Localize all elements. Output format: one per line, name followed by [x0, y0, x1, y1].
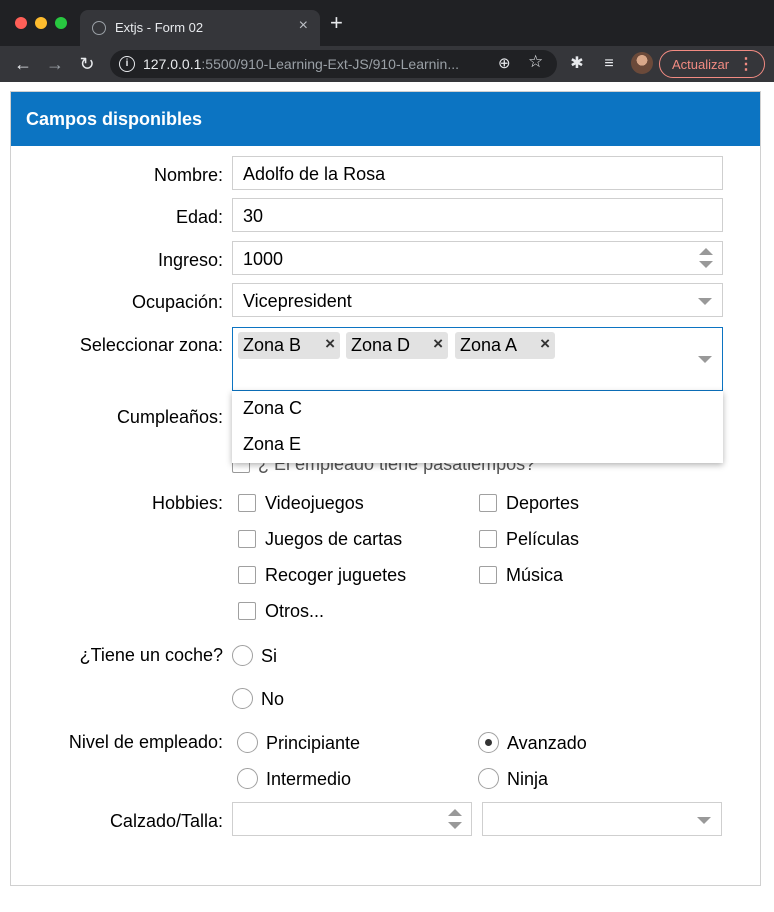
list-item-label: Zona E	[243, 434, 302, 454]
update-label: Actualizar	[672, 57, 730, 72]
coche-label: ¿Tiene un coche?	[79, 645, 223, 665]
calzado-label: Calzado/Talla:	[109, 811, 223, 831]
talla-combo[interactable]	[482, 802, 722, 836]
maximize-window-button[interactable]	[55, 17, 67, 29]
zona-tag-label: Zona B	[243, 335, 302, 355]
nivel-label: Nivel de empleado:	[68, 732, 223, 752]
edad-value: 30	[243, 206, 264, 226]
panel-title: Campos disponibles	[26, 109, 203, 129]
zona-tag-label: Zona A	[460, 335, 518, 355]
form-panel: Campos disponibles Nombre: Adolfo de la …	[10, 91, 761, 886]
edad-label: Edad:	[175, 207, 223, 227]
chevron-down-icon[interactable]	[697, 817, 711, 824]
tab-title: Extjs - Form 02	[115, 20, 204, 35]
list-item[interactable]: Zona E	[232, 427, 723, 463]
close-window-button[interactable]	[15, 17, 27, 29]
list-item-label: Zona C	[243, 398, 303, 418]
nombre-field[interactable]: Adolfo de la Rosa	[232, 156, 723, 190]
remove-tag-icon[interactable]: ×	[325, 334, 335, 354]
ingreso-label: Ingreso:	[157, 250, 223, 270]
remove-tag-icon[interactable]: ×	[433, 334, 443, 354]
edad-field[interactable]: 30	[232, 198, 723, 232]
bookmark-star-icon[interactable]: ☆	[528, 52, 543, 72]
spin-up-icon[interactable]	[448, 809, 462, 816]
chevron-down-icon[interactable]	[698, 356, 712, 363]
ocupacion-label: Ocupación:	[131, 292, 223, 312]
chevron-down-icon[interactable]	[698, 298, 712, 305]
profile-avatar[interactable]	[631, 52, 653, 74]
panel-header: Campos disponibles	[11, 92, 760, 146]
radio-selected-icon	[478, 732, 499, 753]
zona-tagfield[interactable]: Zona B × Zona D × Zona A ×	[232, 327, 723, 391]
nombre-value: Adolfo de la Rosa	[243, 164, 386, 184]
extensions-icon[interactable]: ✱	[565, 52, 589, 76]
spin-down-icon[interactable]	[699, 261, 713, 268]
checkbox-icon	[238, 494, 256, 512]
calzado-number-field[interactable]	[232, 802, 472, 836]
checkbox-icon	[238, 566, 256, 584]
ingreso-field[interactable]: 1000	[232, 241, 723, 275]
zona-tag-label: Zona D	[351, 335, 411, 355]
back-icon[interactable]: ←	[11, 52, 35, 76]
radio-icon	[237, 732, 258, 753]
reading-list-icon[interactable]: ≡	[597, 52, 621, 76]
zona-tag: Zona A ×	[455, 332, 555, 359]
ocupacion-combo[interactable]: Vicepresident	[232, 283, 723, 317]
browser-tab[interactable]: Extjs - Form 02 ×	[80, 10, 320, 46]
calzado-spinner[interactable]	[448, 809, 462, 831]
ocupacion-value: Vicepresident	[243, 291, 352, 311]
zoom-icon[interactable]: ⊕	[498, 54, 511, 72]
browser-toolbar: ← → ↻ i 127.0.0.1:5500/910-Learning-Ext-…	[0, 46, 774, 82]
url-text: 127.0.0.1:5500/910-Learning-Ext-JS/910-L…	[143, 56, 459, 72]
zona-dropdown-list: Zona C Zona E	[232, 391, 723, 463]
remove-tag-icon[interactable]: ×	[540, 334, 550, 354]
spin-up-icon[interactable]	[699, 248, 713, 255]
checkbox-icon	[238, 602, 256, 620]
spin-down-icon[interactable]	[448, 822, 462, 829]
checkbox-icon	[479, 530, 497, 548]
ingreso-spinner[interactable]	[699, 248, 713, 270]
radio-icon	[237, 768, 258, 789]
address-bar[interactable]: i 127.0.0.1:5500/910-Learning-Ext-JS/910…	[110, 50, 557, 78]
checkbox-icon	[238, 530, 256, 548]
forward-icon[interactable]: →	[43, 52, 67, 76]
globe-icon	[92, 21, 106, 35]
ingreso-value: 1000	[243, 249, 284, 269]
info-icon[interactable]: i	[119, 56, 135, 72]
radio-icon	[232, 645, 253, 666]
page-viewport: Campos disponibles Nombre: Adolfo de la …	[0, 82, 774, 912]
radio-icon	[232, 688, 253, 709]
browser-tab-bar: Extjs - Form 02 × +	[0, 0, 774, 46]
zona-tag: Zona B ×	[238, 332, 340, 359]
update-button[interactable]: Actualizar ⋮	[659, 50, 765, 78]
close-tab-icon[interactable]: ×	[299, 17, 308, 35]
radio-icon	[478, 768, 499, 789]
zona-label: Seleccionar zona:	[79, 335, 223, 355]
checkbox-icon	[479, 566, 497, 584]
list-item[interactable]: Zona C	[232, 391, 723, 427]
cumpleanos-label: Cumpleaños:	[116, 407, 223, 427]
checkbox-icon	[479, 494, 497, 512]
menu-dots-icon[interactable]: ⋮	[738, 54, 754, 74]
hobbies-label: Hobbies:	[151, 493, 223, 513]
reload-icon[interactable]: ↻	[75, 52, 99, 76]
minimize-window-button[interactable]	[35, 17, 47, 29]
nombre-label: Nombre:	[153, 165, 223, 185]
zona-tag: Zona D ×	[346, 332, 448, 359]
new-tab-icon[interactable]: +	[330, 12, 343, 34]
